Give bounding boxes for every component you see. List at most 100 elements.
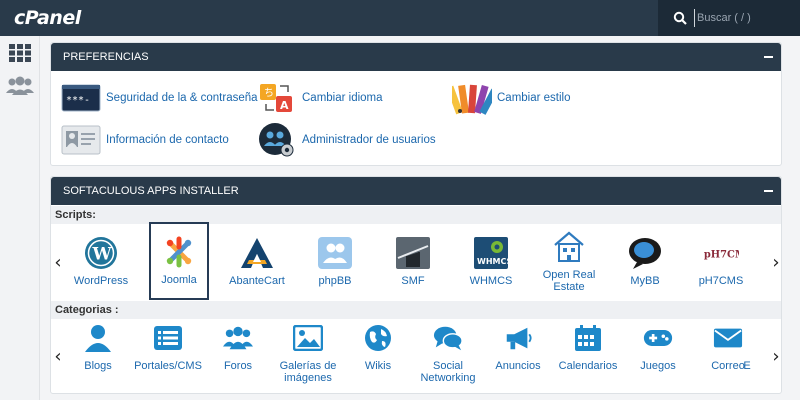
category-anuncios[interactable]: Anuncios (483, 324, 553, 372)
app-name: MyBB (630, 275, 660, 287)
megaphone-icon (503, 324, 533, 352)
language-icon: ち A (257, 82, 297, 114)
category-name: Galerías de imágenes (279, 360, 337, 384)
category-social-networking[interactable]: Social Networking (413, 324, 483, 384)
whmcs-icon: WHMCS (473, 235, 509, 271)
style-palette-icon (452, 82, 492, 115)
category-portales-cms[interactable]: Portales/CMS (133, 324, 203, 372)
preferences-header: PREFERENCIAS (51, 43, 781, 71)
globe-icon (363, 324, 393, 352)
category-foros[interactable]: Foros (203, 324, 273, 372)
phpbb-icon (317, 235, 353, 271)
app-smf[interactable]: SMF (383, 235, 443, 287)
chat-bubbles-icon (433, 324, 463, 352)
sidebar (0, 36, 40, 400)
joomla-icon (161, 234, 197, 270)
softaculous-header: SOFTACULOUS APPS INSTALLER (51, 177, 781, 205)
users-icon (6, 76, 34, 95)
top-bar: cPanel (0, 0, 800, 36)
mybb-icon (627, 235, 663, 271)
cpanel-logo[interactable]: cPanel (14, 7, 81, 29)
search-input[interactable] (694, 9, 794, 27)
app-wordpress[interactable]: W WordPress (71, 235, 131, 287)
preferences-collapse-button[interactable] (764, 56, 773, 58)
app-ph7cms[interactable]: pH7CMS pH7CMS (691, 235, 751, 288)
user-icon (83, 324, 113, 352)
contact-card-icon (61, 124, 101, 156)
change-language-link[interactable]: ち A Cambiar idioma (257, 82, 383, 114)
app-mybb[interactable]: MyBB (615, 235, 675, 287)
ph7cms-icon: pH7CMS (703, 235, 739, 271)
category-juegos[interactable]: Juegos (623, 324, 693, 372)
category-name: Anuncios (495, 360, 541, 372)
users-group-icon (223, 324, 253, 352)
app-name: AbanteCart (229, 275, 285, 287)
app-name: pH7CMS (698, 275, 744, 287)
main-content: PREFERENCIAS ***- Seguridad de la & cont… (40, 36, 800, 400)
svg-text:pH7CMS: pH7CMS (704, 250, 739, 261)
app-abantecart[interactable]: AbanteCart (227, 235, 287, 287)
change-style-link[interactable]: Cambiar estilo (452, 82, 571, 115)
categories-label: Categorias : (51, 301, 781, 319)
users-button[interactable] (6, 74, 34, 98)
search-icon (673, 11, 687, 25)
change-style-label: Cambiar estilo (497, 92, 571, 104)
contact-info-label: Información de contacto (106, 134, 229, 146)
category-blogs[interactable]: Blogs (63, 324, 133, 372)
svg-text:ち: ち (264, 87, 274, 99)
password-security-icon: ***- (61, 82, 101, 114)
softaculous-panel: SOFTACULOUS APPS INSTALLER Scripts: ‹ › … (50, 176, 782, 394)
change-language-label: Cambiar idioma (302, 92, 383, 104)
app-phpbb[interactable]: phpBB (305, 235, 365, 287)
category-name: Foros (223, 360, 253, 372)
category-wikis[interactable]: Wikis (343, 324, 413, 372)
app-joomla[interactable]: Joomla (149, 222, 209, 300)
category-name: Calendarios (558, 360, 618, 372)
smf-icon (395, 235, 431, 271)
contact-info-link[interactable]: Información de contacto (61, 124, 229, 156)
open-real-estate-icon (551, 229, 587, 265)
wordpress-icon: W (83, 235, 119, 271)
gamepad-icon (643, 324, 673, 352)
app-name: SMF (401, 275, 425, 287)
preferences-panel: PREFERENCIAS ***- Seguridad de la & cont… (50, 42, 782, 166)
scripts-prev-arrow[interactable]: ‹ (51, 253, 65, 273)
app-name: Joomla (161, 274, 197, 286)
app-name: WHMCS (469, 275, 513, 287)
category-name: Social Networking (420, 360, 476, 384)
list-icon (153, 324, 183, 352)
category-name: E (743, 360, 751, 372)
home-grid-button[interactable] (6, 41, 34, 65)
calendar-icon (573, 324, 603, 352)
app-name: WordPress (73, 275, 129, 287)
categories-next-arrow[interactable]: › (769, 347, 783, 367)
search-box (658, 0, 800, 36)
image-icon (293, 324, 323, 352)
softaculous-collapse-button[interactable] (764, 190, 773, 192)
password-security-label: Seguridad de la & contraseña (106, 92, 258, 104)
svg-text:WHMCS: WHMCS (477, 257, 509, 266)
user-manager-icon (257, 123, 297, 157)
category-name: Wikis (364, 360, 392, 372)
app-name: Open Real Estate (542, 269, 596, 293)
app-open-real-estate[interactable]: Open Real Estate (537, 229, 601, 293)
category-name: Portales/CMS (134, 360, 202, 372)
preferences-title: PREFERENCIAS (63, 51, 149, 63)
app-name: phpBB (318, 275, 352, 287)
category-name: Juegos (640, 360, 676, 372)
grid-icon (9, 44, 31, 62)
scripts-next-arrow[interactable]: › (769, 253, 783, 273)
softaculous-title: SOFTACULOUS APPS INSTALLER (63, 185, 239, 197)
svg-text:A: A (280, 99, 289, 112)
svg-text:W: W (92, 245, 113, 265)
app-whmcs[interactable]: WHMCS WHMCS (461, 235, 521, 287)
category-galerias[interactable]: Galerías de imágenes (273, 324, 343, 384)
user-manager-link[interactable]: Administrador de usuarios (257, 123, 436, 157)
category-name: Blogs (84, 360, 112, 372)
category-partial[interactable]: E (737, 324, 757, 372)
category-calendarios[interactable]: Calendarios (553, 324, 623, 372)
svg-text:***-: ***- (66, 95, 90, 106)
password-security-link[interactable]: ***- Seguridad de la & contraseña (61, 82, 258, 114)
abantecart-icon (239, 235, 275, 271)
user-manager-label: Administrador de usuarios (302, 134, 436, 146)
